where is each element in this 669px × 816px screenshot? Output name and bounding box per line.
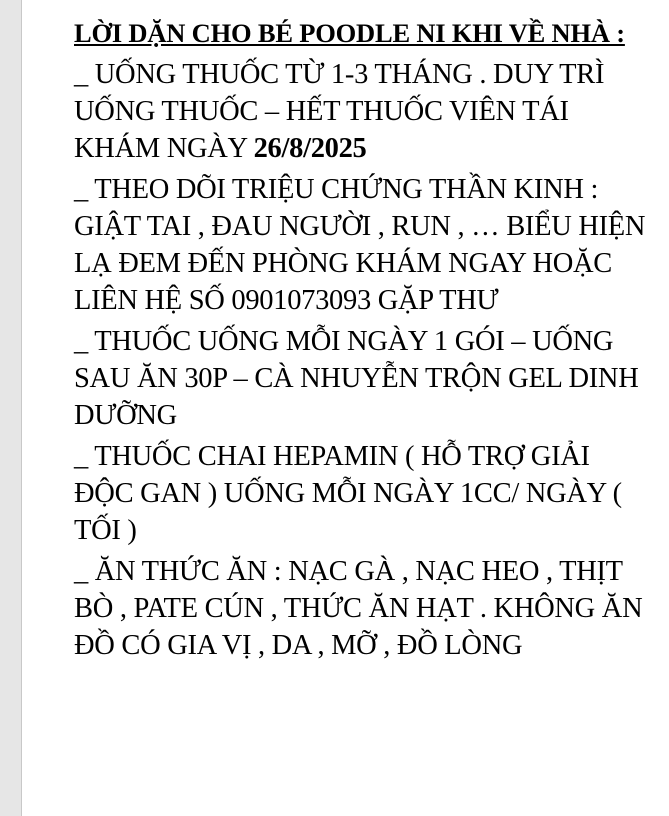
revisit-date: 26/8/2025 — [253, 133, 367, 164]
instruction-item-hepamin: _ THUỐC CHAI HEPAMIN ( HỖ TRỢ GIẢI ĐỘC G… — [74, 441, 622, 546]
instruction-item-daily-dose: _ THUỐC UỐNG MỖI NGÀY 1 GÓI – UỐNG SAU Ă… — [74, 326, 639, 431]
document-title: LỜI DẶN CHO BÉ POODLE NI KHI VỀ NHÀ : — [74, 18, 625, 48]
document-page: LỜI DẶN CHO BÉ POODLE NI KHI VỀ NHÀ : _ … — [21, 0, 669, 816]
document-body: LỜI DẶN CHO BÉ POODLE NI KHI VỀ NHÀ : _ … — [74, 14, 654, 668]
instruction-item-diet: _ ĂN THỨC ĂN : NẠC GÀ , NẠC HEO , THỊT B… — [74, 556, 643, 661]
instruction-item-neuro-symptoms: _ THEO DÕI TRIỆU CHỨNG THẦN KINH : GIẬT … — [74, 174, 646, 316]
instruction-item-medication-duration: _ UỐNG THUỐC TỪ 1-3 THÁNG . DUY TRÌ UỐNG… — [74, 56, 654, 167]
